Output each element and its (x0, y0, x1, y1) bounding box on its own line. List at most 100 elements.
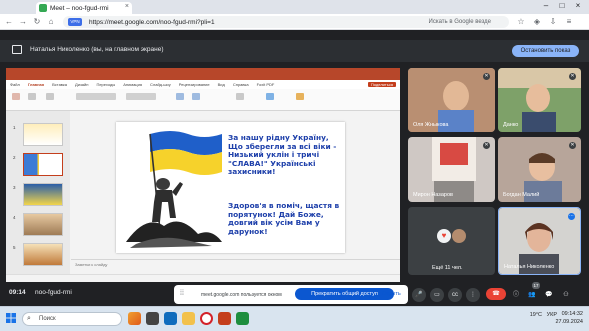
slide-thumbnail-selected[interactable] (23, 153, 63, 176)
windows-taskbar: ⌕ Поиск 19°C УКР 09:14:32 27.09.2024 (0, 306, 589, 331)
ppt-title-bar (6, 68, 400, 80)
search-placeholder: Поиск (39, 316, 56, 322)
people-icon[interactable]: 👥 (525, 288, 539, 302)
reload-icon[interactable]: ↻ (32, 17, 42, 26)
slide-thumbnail[interactable] (23, 213, 63, 236)
close-tab-icon[interactable]: × (125, 3, 129, 10)
paste-icon[interactable] (12, 93, 20, 100)
widget-icon[interactable] (128, 312, 141, 325)
menu-icon[interactable]: ≡ (564, 17, 574, 26)
slide-number: 1 (13, 125, 16, 130)
window-close-icon[interactable]: × (572, 1, 584, 10)
current-slide[interactable]: За нашу рідну Україну, Що зберегли за вс… (116, 122, 345, 253)
slide-thumbnail[interactable] (23, 183, 63, 206)
new-slide-icon[interactable] (28, 93, 36, 100)
vpn-badge[interactable]: VPN (68, 18, 82, 26)
browser-tab-bar: Meet – noo-fgud-rmi × – □ × (0, 0, 589, 14)
presentation-banner: Наталья Николенко (вы, на главном экране… (0, 40, 589, 62)
task-view-icon[interactable] (146, 312, 159, 325)
ppt-tab[interactable]: Вставка (52, 82, 67, 87)
participant-tile[interactable]: ✕ Богдан Малий (498, 137, 581, 202)
explorer-icon[interactable] (182, 312, 195, 325)
poem-verse-1: За нашу рідну Україну, Що зберегли за вс… (228, 133, 337, 177)
meet-favicon-icon (39, 4, 47, 12)
clock-time: 09:14:32 (561, 311, 583, 317)
more-participants-tile[interactable]: ♥ Ещё 11 чел. (408, 207, 495, 275)
minimize-icon[interactable]: – (540, 1, 552, 10)
stop-sharing-button[interactable]: Прекратить общий доступ (295, 288, 394, 300)
meet-control-bar: 09:14 noo-fgud-rmi ⁞⁞ meet.google.com по… (0, 282, 589, 306)
participant-tile[interactable]: ✕ Мирон Назаров (408, 137, 495, 202)
camera-icon[interactable]: ▭ (430, 288, 444, 302)
more-options-icon[interactable]: ⋮ (466, 288, 480, 302)
taskbar-search[interactable]: ⌕ Поиск (22, 312, 122, 326)
slide-thumbnails: 1 2 3 4 5 (6, 111, 70, 274)
bookmark-icon[interactable]: ☆ (516, 17, 526, 26)
hide-button[interactable]: Скрыть (382, 291, 401, 297)
activities-icon[interactable]: ⚇ (559, 288, 573, 302)
address-bar[interactable]: VPN https://meet.google.com/noo-fgud-rmi… (63, 16, 509, 28)
slide-number: 4 (13, 215, 16, 220)
browser-tab-meet[interactable]: Meet – noo-fgud-rmi × (36, 2, 132, 14)
ppt-tab[interactable]: Слайд-шоу (150, 82, 171, 87)
paragraph-box[interactable] (126, 93, 156, 100)
ukrainian-flag-soldier-image (126, 131, 222, 248)
ppt-tab[interactable]: Главная (28, 82, 44, 87)
more-participants-label: Ещё 11 чел. (432, 265, 463, 271)
presenting-label: Наталья Николенко (вы, на главном экране… (30, 46, 164, 53)
drag-handle-icon[interactable]: ⁞⁞ (180, 290, 184, 297)
stop-presenting-button[interactable]: Остановить показ (512, 45, 579, 57)
meet-taskbar-icon[interactable] (236, 312, 249, 325)
layout-icon[interactable] (46, 93, 54, 100)
ppt-tab[interactable]: Вид (218, 82, 225, 87)
slide-thumbnail[interactable] (23, 123, 63, 146)
home-icon[interactable]: ⌂ (46, 17, 56, 26)
opera-icon[interactable] (200, 312, 213, 325)
hang-up-icon[interactable]: ☎ (486, 288, 506, 300)
screen: Meet – noo-fgud-rmi × – □ × ← → ↻ ⌂ VPN … (0, 0, 589, 331)
slide-thumbnail[interactable] (23, 243, 63, 266)
mic-muted-icon: ✕ (483, 142, 490, 149)
chat-icon[interactable]: 💬 (542, 288, 556, 302)
edge-icon[interactable] (164, 312, 177, 325)
windows-start-icon[interactable] (6, 313, 16, 323)
extensions-icon[interactable]: ◈ (532, 17, 542, 26)
ppt-ribbon-tabs: Файл Главная Вставка Дизайн Переходы Ани… (6, 80, 400, 89)
find-icon[interactable] (236, 93, 244, 100)
ppt-tab[interactable]: Файл (10, 82, 20, 87)
ppt-tab[interactable]: Foxit PDF (257, 82, 275, 87)
mic-icon[interactable]: 🎤 (412, 288, 426, 302)
captions-icon[interactable]: cc (448, 288, 462, 302)
forward-icon[interactable]: → (18, 17, 28, 26)
ppt-tab[interactable]: Переходы (96, 82, 115, 87)
font-box[interactable] (76, 93, 116, 100)
meeting-time: 09:14 (9, 289, 26, 296)
search-icon: ⌕ (27, 315, 31, 322)
slide-number: 3 (13, 185, 16, 190)
dictate-icon[interactable] (266, 93, 274, 100)
designer-icon[interactable] (296, 93, 304, 100)
downloads-icon[interactable]: ⇩ (548, 17, 558, 26)
participant-tile[interactable]: ✕ Оля Жныкова (408, 68, 495, 132)
back-icon[interactable]: ← (4, 17, 14, 26)
maximize-icon[interactable]: □ (556, 1, 568, 10)
powerpoint-icon[interactable] (218, 312, 231, 325)
ppt-share-button[interactable]: Поделиться (367, 82, 396, 87)
taskbar-clock[interactable]: 09:14:32 27.09.2024 (555, 310, 583, 326)
info-icon[interactable]: ⓘ (509, 288, 523, 302)
tab-title: Meet – noo-fgud-rmi (50, 4, 109, 12)
heart-reaction-icon: ♥ (437, 229, 451, 243)
system-tray[interactable]: 19°C УКР (530, 312, 557, 318)
arrange-icon[interactable] (192, 93, 200, 100)
slide-notes[interactable]: Заметки к слайду (71, 259, 400, 269)
ppt-tab[interactable]: Анимация (123, 82, 142, 87)
ppt-tab[interactable]: Справка (233, 82, 249, 87)
participant-tile[interactable]: ✕ Данко (498, 68, 581, 132)
self-view-tile[interactable]: ⋯ Наталья Николенко (498, 207, 581, 275)
mic-muted-icon: ✕ (483, 73, 490, 80)
sharing-notice: ⁞⁞ meet.google.com пользуется окном Прек… (174, 285, 408, 304)
ppt-tab[interactable]: Рецензирование (179, 82, 210, 87)
participant-name: Данко (503, 122, 519, 128)
shapes-icon[interactable] (176, 93, 184, 100)
ppt-tab[interactable]: Дизайн (75, 82, 88, 87)
